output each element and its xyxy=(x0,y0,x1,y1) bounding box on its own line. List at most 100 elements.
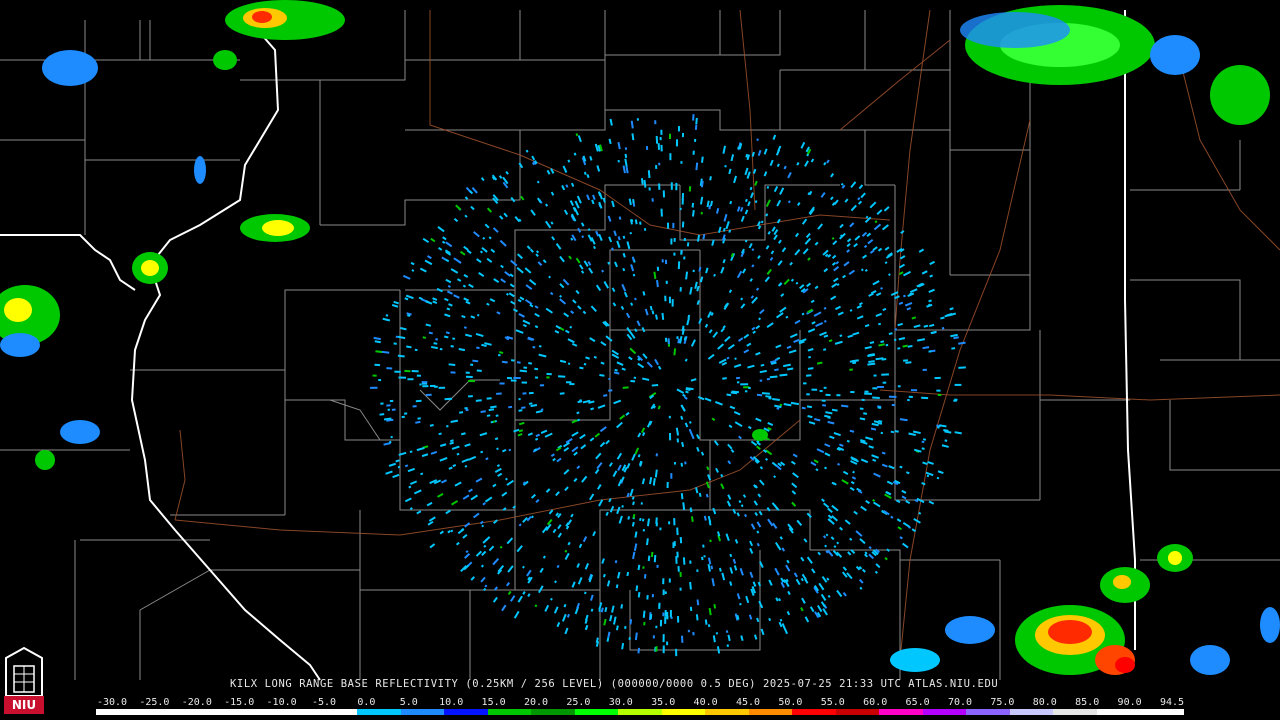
scale-tick-label: 10.0 xyxy=(439,697,464,708)
scale-tick-label: 90.0 xyxy=(1117,697,1142,708)
scale-tick-label: 85.0 xyxy=(1075,697,1100,708)
echo-pixel xyxy=(665,280,668,284)
echo-pixel xyxy=(422,385,429,388)
echo-pixel xyxy=(673,252,676,256)
scale-tick-label: -20.0 xyxy=(181,697,212,708)
echo-pixel xyxy=(679,587,682,591)
echo-pixel xyxy=(811,388,818,391)
echo-pixel xyxy=(664,591,667,594)
echo-pixel xyxy=(668,578,671,583)
echo-pixel xyxy=(438,386,446,389)
echo-pixel xyxy=(662,645,665,654)
echo-pixel xyxy=(467,395,473,398)
scale-tick-label: 25.0 xyxy=(566,697,591,708)
echo-pixel xyxy=(372,374,377,377)
echo-pixel xyxy=(694,138,697,142)
colorbar-segment xyxy=(1140,709,1184,715)
scale-tick-label: 35.0 xyxy=(651,697,676,708)
echo-pixel xyxy=(766,377,770,381)
echo-pixel xyxy=(873,374,877,377)
echo-pixel xyxy=(680,161,683,164)
echo-pixel xyxy=(407,378,414,381)
echo-pixel xyxy=(464,407,468,410)
echo-pixel xyxy=(700,211,703,215)
echo-pixel xyxy=(416,374,421,377)
colorbar-segment xyxy=(574,709,619,715)
echo-pixel xyxy=(412,405,417,408)
echo-pixel xyxy=(891,403,896,407)
echo-pixel xyxy=(389,399,394,403)
scale-tick-label: 45.0 xyxy=(735,697,761,708)
echo-pixel xyxy=(401,415,405,419)
echo-pixel xyxy=(658,183,661,190)
echo-pixel xyxy=(513,376,521,380)
echo-pixel xyxy=(675,648,678,657)
echo-pixel xyxy=(636,118,639,121)
echo-pixel xyxy=(656,564,659,568)
colorbar-segment xyxy=(313,709,358,715)
echo-pixel xyxy=(668,415,671,419)
colorbar-segment xyxy=(966,709,1010,715)
colorbar-segment xyxy=(444,709,488,715)
colorbar-segment xyxy=(792,709,836,715)
colorbar-segment xyxy=(226,709,271,715)
echo-pixel xyxy=(677,615,680,623)
echo-pixel xyxy=(803,382,807,385)
echo-pixel xyxy=(888,395,897,398)
echo-pixel xyxy=(677,261,681,270)
scale-tick-label: -10.0 xyxy=(266,697,297,708)
colorbar-segment xyxy=(487,709,532,715)
echo-pixel xyxy=(659,527,662,531)
echo-pixel xyxy=(823,386,827,389)
colorbar-segment xyxy=(705,709,749,715)
echo-pixel xyxy=(669,610,672,618)
echo-pixel xyxy=(608,377,611,381)
colorbar-segment xyxy=(879,709,923,715)
echo-pixel xyxy=(897,385,901,388)
echo-pixel xyxy=(740,383,749,386)
echo-pixel xyxy=(673,518,676,526)
echo-pixel xyxy=(476,369,482,372)
echo-pixel xyxy=(679,207,682,211)
echo-pixel xyxy=(386,367,393,370)
echo-pixel xyxy=(648,187,651,191)
product-caption: KILX LONG RANGE BASE REFLECTIVITY (0.25K… xyxy=(230,678,999,690)
scale-tick-label: 75.0 xyxy=(990,697,1015,708)
echo-pixel xyxy=(658,602,661,608)
echo-pixel xyxy=(669,433,672,441)
echo-pixel xyxy=(936,389,941,392)
echo-pixel xyxy=(391,408,396,411)
echo-pixel xyxy=(675,182,678,191)
echo-pixel xyxy=(470,363,474,366)
echo-pixel xyxy=(744,390,748,393)
echo-pixel xyxy=(819,390,823,393)
echo-pixel xyxy=(628,637,631,641)
echo-pixel xyxy=(954,383,962,386)
echo-pixel xyxy=(686,242,690,247)
echo-pixel xyxy=(496,392,502,395)
echo-pixel xyxy=(662,612,665,617)
colorbar-segment xyxy=(922,709,967,715)
echo-pixel xyxy=(450,371,456,374)
scale-tick-label: 70.0 xyxy=(947,697,973,708)
echo-pixel xyxy=(825,393,831,397)
echo-pixel xyxy=(630,379,636,383)
scale-tick-label: 5.0 xyxy=(399,697,418,708)
echo-pixel xyxy=(864,390,869,393)
echo-pixel xyxy=(664,616,667,624)
echo-pixel xyxy=(664,259,668,265)
echo-pixel xyxy=(677,566,680,572)
colorbar-segment xyxy=(96,709,140,715)
echo-pixel xyxy=(821,399,826,402)
echo-pixel xyxy=(664,295,667,302)
reflectivity-colorbar xyxy=(96,709,1184,715)
echo-pixel xyxy=(651,198,654,202)
echo-pixel xyxy=(676,527,679,536)
echo-pixel xyxy=(679,571,682,577)
echo-pixel xyxy=(655,164,658,170)
colorbar-segment xyxy=(1009,709,1054,715)
scale-tick-label: -15.0 xyxy=(224,697,255,708)
echo-pixel xyxy=(466,375,473,379)
scale-tick-label: 15.0 xyxy=(481,697,506,708)
scale-tick-label: 65.0 xyxy=(905,697,930,708)
